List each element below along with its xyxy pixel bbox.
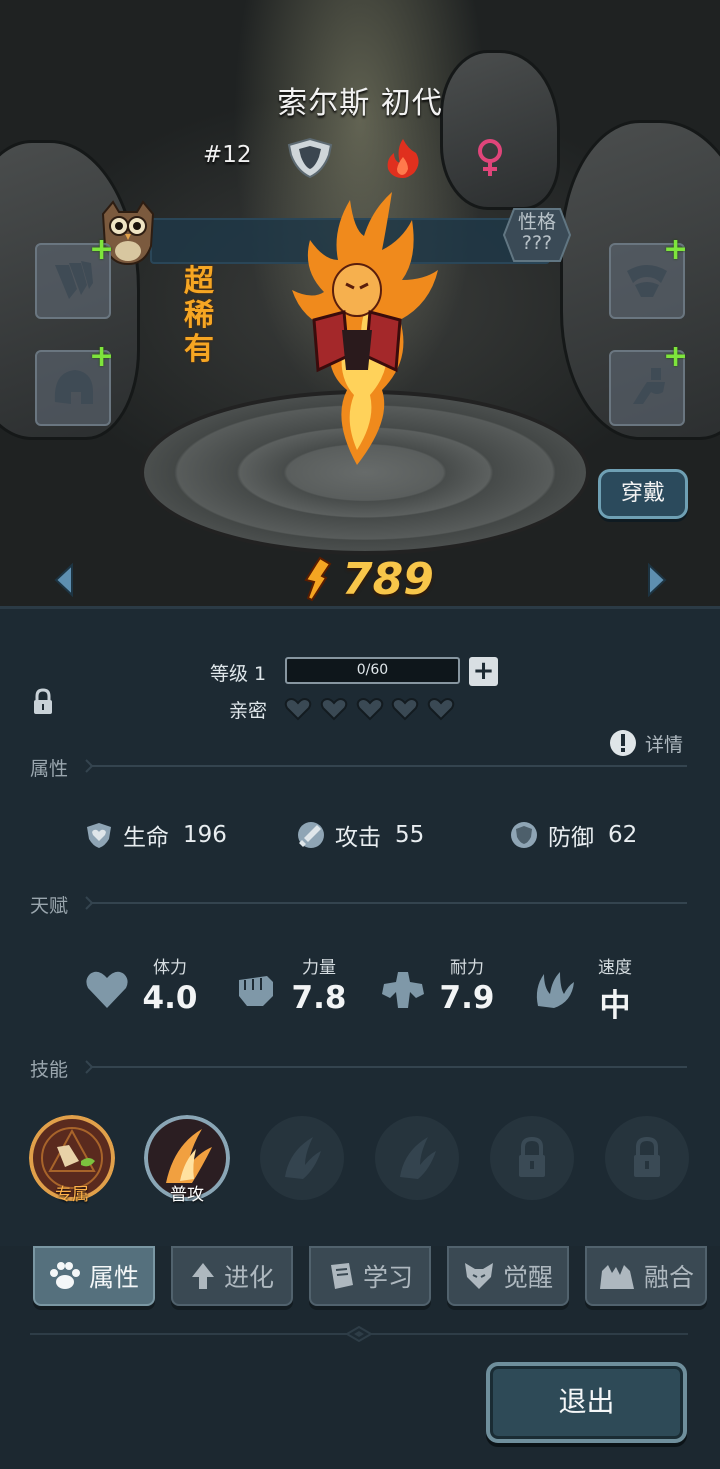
power-value: 789 [342, 553, 434, 605]
level-up-button[interactable]: + [469, 657, 498, 686]
tab-awaken-label: 觉醒 [502, 1263, 553, 1292]
lock-icon[interactable] [32, 688, 54, 716]
xp-bar: 0/60 [285, 657, 460, 684]
tab-attributes-label: 属性 [88, 1263, 139, 1292]
beast-head-icon [464, 1263, 493, 1289]
talent-stamina-value: 4.0 [142, 980, 198, 1016]
talent-speed-label: 速度 [598, 958, 632, 978]
rank-number: #12 [203, 142, 252, 168]
intimacy-heart-icon [356, 698, 384, 721]
section-divider [92, 765, 687, 767]
skill-slot-locked[interactable] [489, 1115, 575, 1201]
equip-slot-amulet[interactable]: + [609, 342, 688, 426]
talent-speed-value: 中 [599, 988, 631, 1024]
intimacy-heart-icon [391, 698, 419, 721]
divider-ornament-icon [346, 1326, 372, 1342]
skill-slot-empty[interactable] [374, 1115, 460, 1201]
muscle-icon [382, 972, 424, 1008]
hp-stat: 生命 196 [85, 818, 227, 852]
rarity-label: 超稀有 [184, 264, 214, 367]
monster-name: 索尔斯 初代 [277, 86, 443, 121]
talent-endurance-value: 7.9 [439, 980, 495, 1016]
exit-button[interactable]: 退出 [486, 1362, 687, 1443]
add-equip-icon[interactable]: + [663, 235, 688, 265]
fusion-icon [599, 1265, 634, 1289]
female-gender-icon [478, 139, 502, 176]
xp-text: 0/60 [356, 662, 389, 678]
shield-icon [511, 822, 537, 848]
skill-normal-attack-label: 普攻 [170, 1185, 204, 1205]
defense-label: 防御 [548, 825, 594, 851]
add-equip-icon[interactable]: + [89, 235, 114, 265]
tab-fusion[interactable]: 融合 [585, 1246, 707, 1306]
sword-icon [298, 822, 324, 848]
talent-strength-label: 力量 [302, 958, 336, 978]
wing-icon [536, 972, 574, 1008]
intimacy-heart-icon [427, 698, 455, 721]
attack-label: 攻击 [335, 825, 381, 851]
tab-evolve[interactable]: 进化 [171, 1246, 293, 1306]
section-divider [92, 1066, 687, 1068]
tab-learn[interactable]: 学习 [309, 1246, 431, 1306]
wear-button[interactable]: 穿戴 [598, 469, 688, 519]
combat-power: 789 [300, 552, 434, 606]
trait-label[interactable]: 性格 ??? [502, 212, 572, 254]
exclamation-icon [610, 730, 636, 756]
skill-slot-locked[interactable] [604, 1115, 690, 1201]
intimacy-heart-icon [284, 698, 312, 721]
talent-stamina-label: 体力 [153, 958, 187, 978]
hp-label: 生命 [123, 825, 169, 851]
intimacy-label: 亲密 [229, 700, 268, 722]
tab-evolve-label: 进化 [223, 1263, 274, 1292]
prev-arrow-icon[interactable] [52, 563, 76, 597]
section-divider [92, 902, 687, 904]
attributes-section-title: 属性 [30, 758, 69, 780]
level-label: 等级 1 [210, 663, 267, 685]
skills-section-title: 技能 [30, 1059, 69, 1081]
tab-fusion-label: 融合 [643, 1263, 694, 1292]
attack-stat: 攻击 55 [297, 818, 424, 852]
book-icon [330, 1263, 353, 1289]
up-arrow-icon [191, 1263, 214, 1289]
talent-strength-value: 7.8 [291, 980, 347, 1016]
heart-icon [86, 971, 128, 1008]
talents-section-title: 天赋 [30, 895, 69, 917]
details-label: 详情 [645, 733, 684, 756]
add-equip-icon[interactable]: + [89, 342, 114, 372]
paw-icon [49, 1262, 80, 1289]
talent-endurance-label: 耐力 [450, 958, 484, 978]
equip-slot-helmet[interactable]: + [35, 342, 114, 426]
defense-value: 62 [608, 822, 638, 848]
fire-creature-image [292, 192, 438, 465]
hp-value: 196 [183, 822, 227, 848]
equip-slot-claw[interactable]: + [35, 235, 114, 319]
tab-learn-label: 学习 [362, 1263, 413, 1292]
defense-stat: 防御 62 [510, 818, 637, 852]
details-button[interactable]: 详情 [609, 729, 683, 757]
skill-slot-empty[interactable] [259, 1115, 345, 1201]
attack-value: 55 [395, 822, 425, 848]
next-arrow-icon[interactable] [645, 563, 669, 597]
intimacy-heart-icon [320, 698, 348, 721]
equip-slot-armor[interactable]: + [609, 235, 688, 319]
tab-attributes[interactable]: 属性 [33, 1246, 155, 1306]
skill-exclusive-label: 专属 [55, 1185, 89, 1205]
add-equip-icon[interactable]: + [663, 342, 688, 372]
tab-awaken[interactable]: 觉醒 [447, 1246, 569, 1306]
heart-shield-icon [87, 823, 111, 848]
shield-type-icon[interactable] [285, 135, 335, 179]
power-icon [304, 556, 332, 602]
fist-icon [239, 976, 273, 1006]
back-rock [440, 50, 560, 210]
fire-element-icon[interactable] [378, 135, 428, 179]
